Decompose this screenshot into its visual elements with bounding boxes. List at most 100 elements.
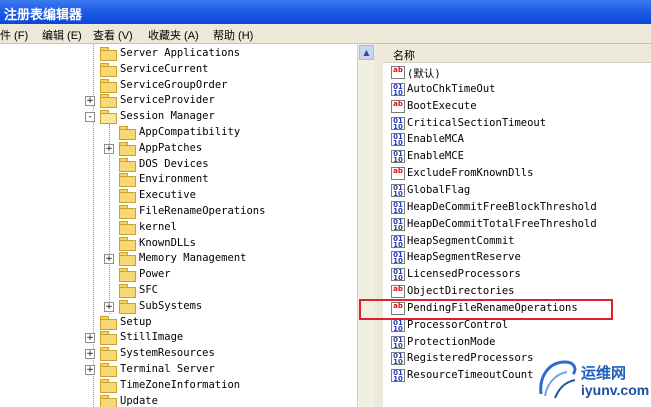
value-row[interactable]: 01 10 AutoChkTimeOut	[391, 82, 641, 98]
column-header-name[interactable]: 名称	[383, 44, 651, 63]
tree-item[interactable]: KnownDLLs	[0, 236, 357, 252]
menu-edit[interactable]: 编辑 (E)	[42, 27, 82, 43]
binary-value-icon: 01 10	[391, 268, 405, 282]
expand-icon[interactable]: +	[85, 349, 95, 360]
value-row[interactable]: 01 10 GlobalFlag	[391, 183, 641, 199]
expand-icon[interactable]: +	[104, 143, 114, 154]
value-row[interactable]: 01 10 EnableMCA	[391, 132, 641, 148]
value-row[interactable]: 01 10 CriticalSectionTimeout	[391, 116, 641, 132]
tree-item[interactable]: Server Applications	[0, 46, 357, 62]
tree-item[interactable]: Power	[0, 267, 357, 283]
value-row[interactable]: 01 10 EnableMCE	[391, 149, 641, 165]
tree-item[interactable]: Executive	[0, 188, 357, 204]
expand-icon[interactable]: +	[104, 301, 114, 312]
expand-icon[interactable]: +	[85, 96, 95, 107]
value-row[interactable]: 01 10 ProcessorControl	[391, 318, 641, 334]
tree-item[interactable]: ServiceGroupOrder	[0, 78, 357, 94]
value-row[interactable]: 01 10 LicensedProcessors	[391, 267, 641, 283]
title-bar[interactable]: 注册表编辑器	[0, 0, 651, 24]
watermark-text-bottom: iyunv.com	[581, 382, 650, 398]
tree-item-label: Memory Management	[139, 252, 247, 265]
tree-item[interactable]: Setup	[0, 315, 357, 331]
tree-item-label: kernel	[139, 220, 177, 233]
scroll-up-button[interactable]: ▲	[359, 45, 374, 60]
tree-item[interactable]: TimeZoneInformation	[0, 378, 357, 394]
registry-tree[interactable]: Server Applications ServiceCurrent Service…	[0, 44, 357, 407]
value-row[interactable]: 01 10 ProtectionMode	[391, 335, 641, 351]
value-name: ProcessorControl	[407, 318, 509, 331]
tree-item[interactable]: + Terminal Server	[0, 362, 357, 378]
folder-icon	[119, 299, 136, 314]
tree-item-label: Power	[139, 268, 171, 281]
binary-value-icon: 01 10	[391, 116, 405, 130]
folder-icon	[119, 205, 136, 219]
tree-item[interactable]: + SubSystems	[0, 299, 357, 315]
folder-icon	[100, 315, 117, 330]
tree-item[interactable]: + SystemResources	[0, 346, 357, 362]
folder-icon	[100, 78, 117, 93]
tree-item-label: Setup	[120, 315, 152, 328]
tree-item-label: Environment	[139, 173, 209, 186]
value-row[interactable]: ab BootExecute	[391, 99, 641, 115]
menu-view[interactable]: 查看 (V)	[93, 27, 133, 43]
expand-icon[interactable]: +	[104, 254, 114, 265]
tree-item[interactable]: FileRenameOperations	[0, 204, 357, 220]
value-list[interactable]: 名称 ab (默认) 01 10 AutoChkTimeOut ab BootExecu…	[383, 44, 651, 407]
highlight-annotation	[359, 299, 613, 320]
value-row[interactable]: 01 10 HeapDeCommitTotalFreeThreshold	[391, 217, 641, 233]
tree-item[interactable]: + AppPatches	[0, 141, 357, 157]
tree-item[interactable]: Environment	[0, 172, 357, 188]
value-row[interactable]: ab (默认)	[391, 65, 641, 81]
pane-splitter[interactable]	[375, 44, 383, 407]
tree-item-label: SystemResources	[120, 347, 215, 360]
folder-icon	[100, 394, 117, 407]
window-title: 注册表编辑器	[4, 7, 83, 22]
tree-item-label: TimeZoneInformation	[120, 378, 241, 391]
value-name: GlobalFlag	[407, 183, 471, 196]
folder-icon	[100, 47, 117, 61]
tree-item-label: AppCompatibility	[139, 126, 241, 138]
tree-item[interactable]: + StillImage	[0, 330, 357, 346]
value-name: (默认)	[407, 68, 441, 80]
menu-favorites[interactable]: 收藏夹 (A)	[148, 27, 199, 43]
value-name: AutoChkTimeOut	[407, 82, 496, 95]
tree-scrollbar[interactable]: ▲	[357, 44, 375, 407]
tree-item[interactable]: + Memory Management	[0, 251, 357, 267]
folder-icon	[119, 284, 136, 298]
expand-icon[interactable]: +	[85, 333, 95, 344]
value-row[interactable]: 01 10 HeapSegmentCommit	[391, 234, 641, 250]
tree-item[interactable]: Update	[0, 394, 357, 407]
tree-item[interactable]: ServiceCurrent	[0, 62, 357, 78]
value-name: CriticalSectionTimeout	[407, 116, 547, 129]
menu-help[interactable]: 帮助 (H)	[213, 27, 253, 43]
tree-item[interactable]: DOS Devices	[0, 157, 357, 173]
folder-icon	[119, 189, 136, 204]
tree-item[interactable]: - Session Manager	[0, 109, 357, 125]
folder-icon	[100, 331, 117, 346]
tree-item-label: FileRenameOperations	[139, 205, 266, 217]
tree-item-label: Executive	[139, 189, 196, 202]
folder-icon	[100, 363, 117, 377]
tree-item-label: KnownDLLs	[139, 236, 196, 249]
tree-item-label: ServiceGroupOrder	[120, 78, 228, 91]
binary-value-icon: 01 10	[391, 82, 405, 96]
value-row[interactable]: 01 10 HeapDeCommitFreeBlockThreshold	[391, 200, 641, 216]
value-row[interactable]: 01 10 HeapSegmentReserve	[391, 250, 641, 266]
value-row[interactable]: ab ExcludeFromKnownDlls	[391, 166, 641, 182]
swirl-logo-icon	[539, 360, 577, 399]
tree-item[interactable]: AppCompatibility	[0, 125, 357, 141]
folder-icon	[100, 378, 117, 393]
expand-icon[interactable]: +	[85, 365, 95, 375]
tree-item[interactable]: kernel	[0, 220, 357, 236]
binary-value-icon: 01 10	[391, 251, 405, 265]
tree-item-label: SubSystems	[139, 299, 203, 312]
tree-item[interactable]: + ServiceProvider	[0, 93, 357, 109]
menu-file[interactable]: 件 (F)	[0, 27, 28, 43]
folder-icon	[100, 94, 117, 109]
tree-item[interactable]: SFC	[0, 283, 357, 299]
watermark-logo: 运维网 iyunv.com	[535, 356, 650, 404]
collapse-icon[interactable]: -	[85, 112, 95, 123]
string-value-icon: ab	[391, 66, 405, 79]
value-row[interactable]: ab ObjectDirectories	[391, 284, 641, 300]
binary-value-icon: 01 10	[391, 150, 405, 164]
